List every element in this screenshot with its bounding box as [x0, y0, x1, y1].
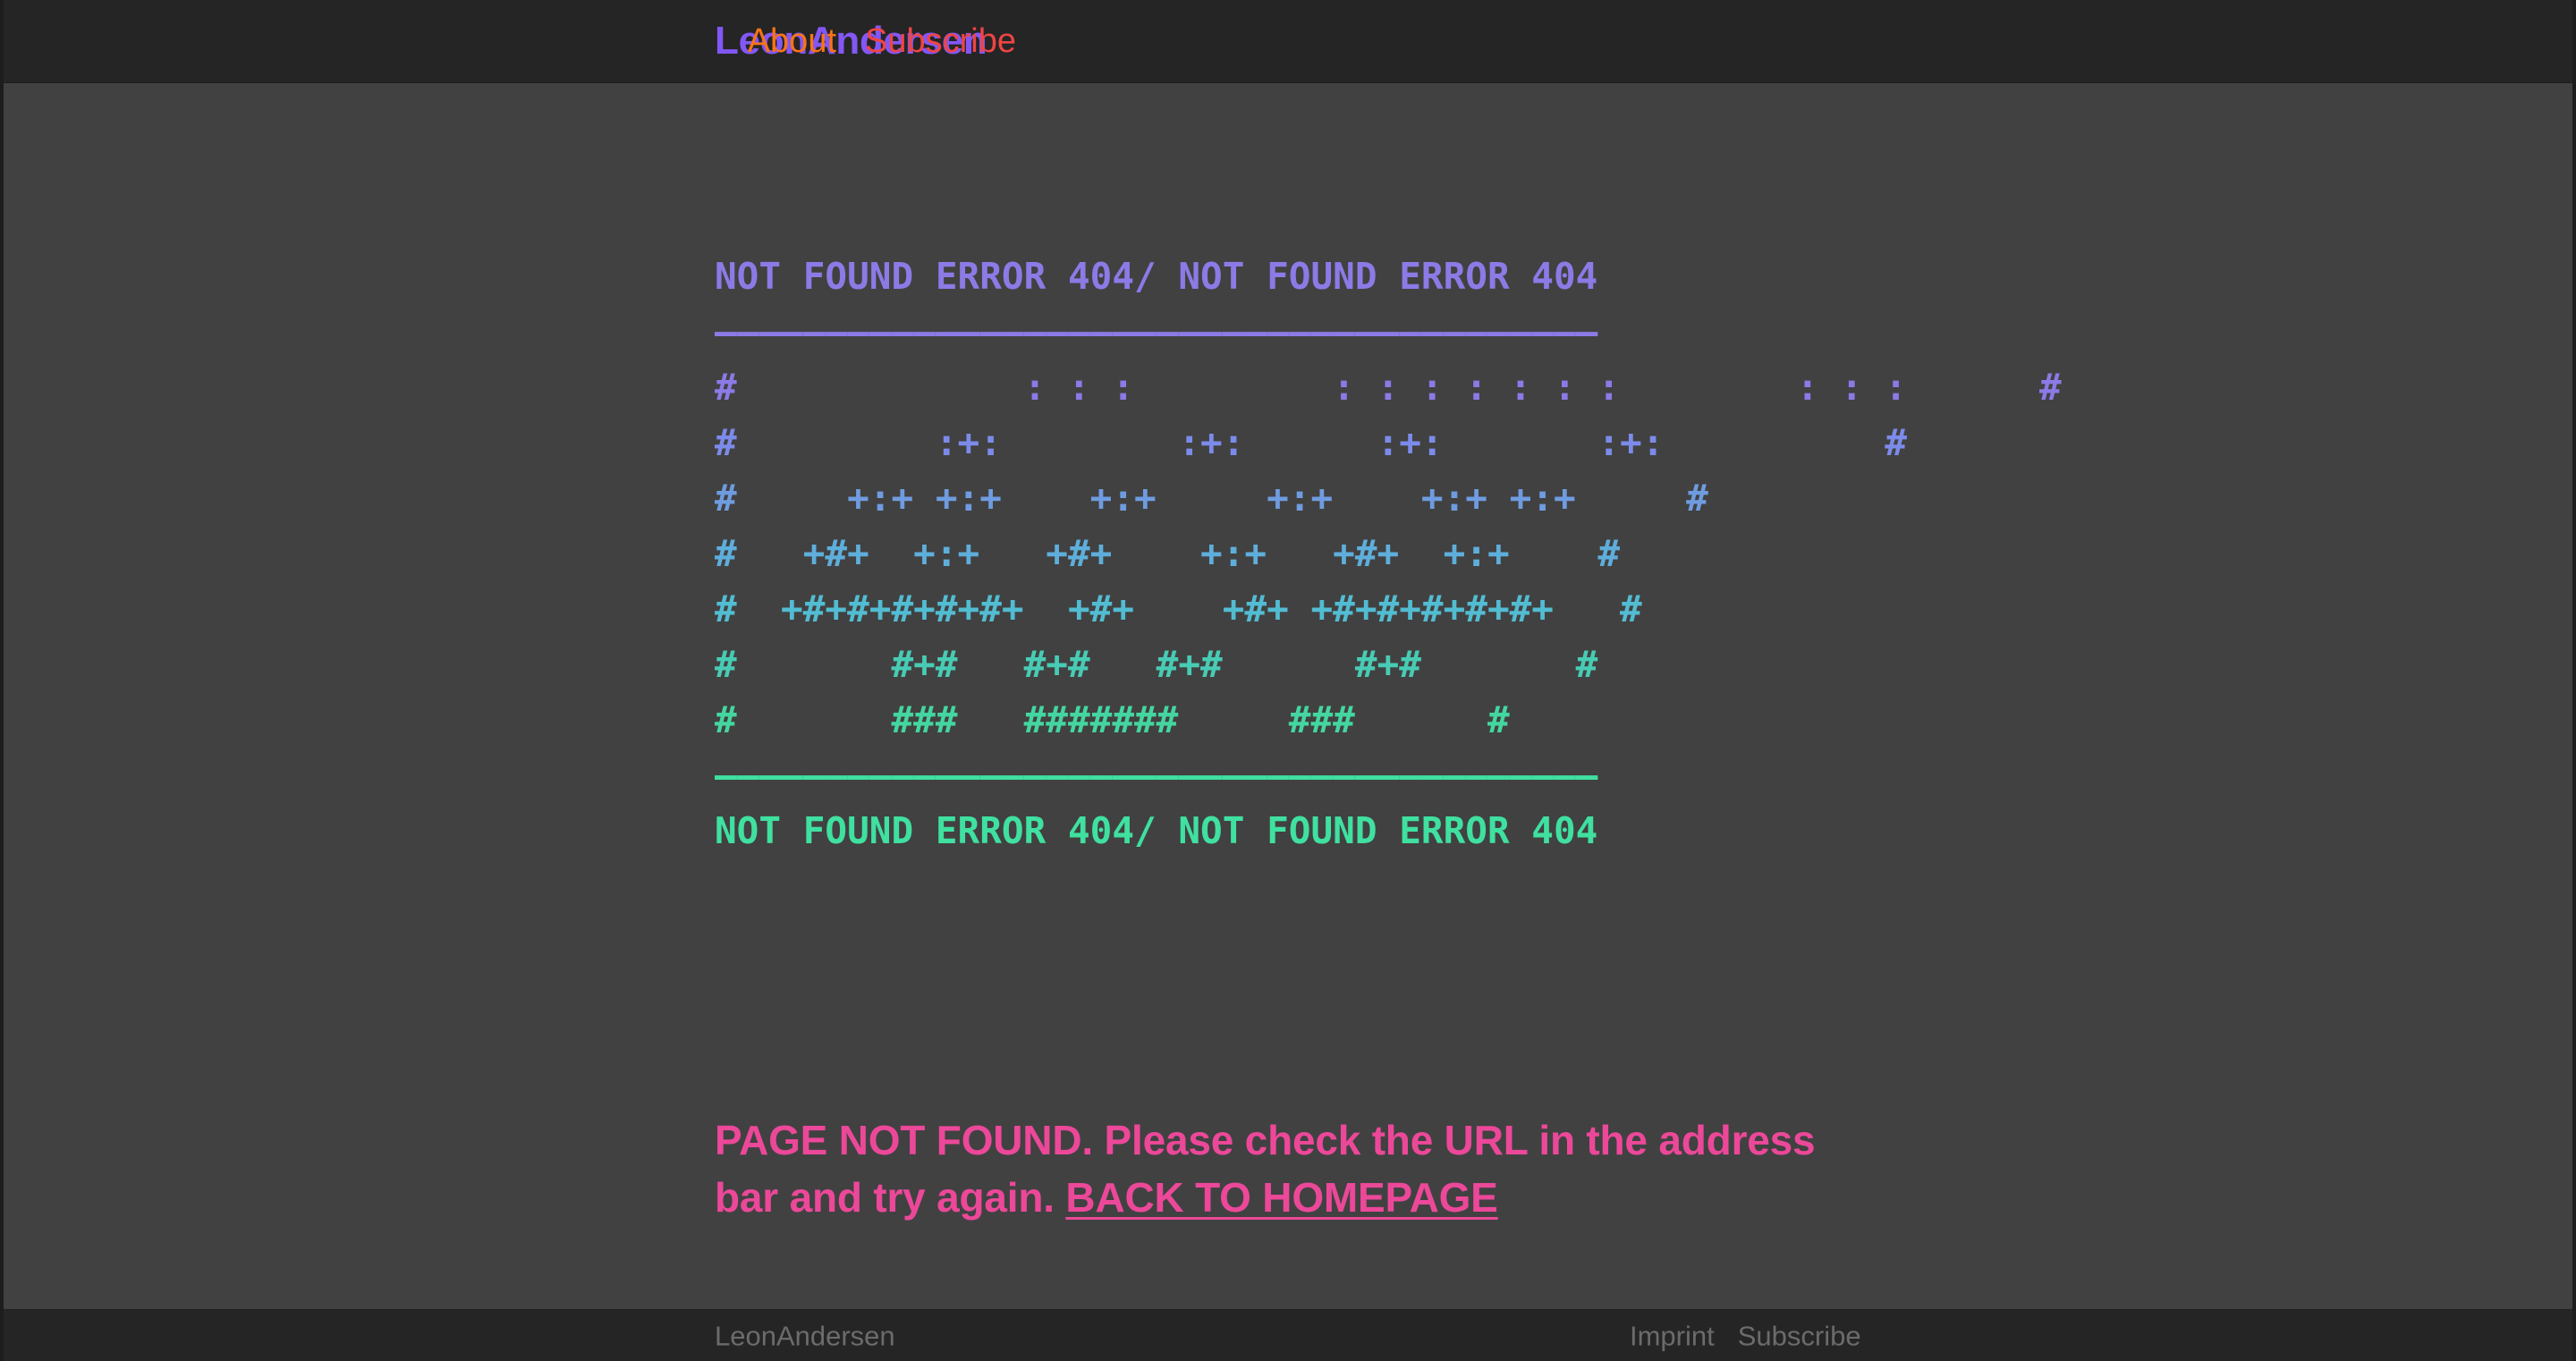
nav-link-subscribe[interactable]: Subscribe [865, 24, 1016, 58]
ascii-row: # :+: :+: :+: :+: # [715, 421, 1907, 464]
page-root: LeonAndersen About Subscribe NOT FOUND E… [0, 0, 2576, 1361]
site-footer: LeonAndersen Imprint Subscribe [4, 1309, 2572, 1361]
ascii-art-404: NOT FOUND ERROR 404/ NOT FOUND ERROR 404… [715, 249, 2062, 858]
error-message: PAGE NOT FOUND. Please check the URL in … [715, 1112, 1877, 1226]
ascii-row: # ### ####### ### # [715, 698, 1510, 741]
ascii-row: # +#+#+#+#+#+ +#+ +#+ +#+#+#+#+#+ # [715, 588, 1642, 630]
ascii-rule-top: ———————————————————————————————————————— [715, 310, 1598, 353]
ascii-banner-top: NOT FOUND ERROR 404/ NOT FOUND ERROR 404 [715, 255, 1598, 298]
main-content: NOT FOUND ERROR 404/ NOT FOUND ERROR 404… [4, 83, 2572, 1309]
ascii-row: # : : : : : : : : : : : : : # [715, 366, 2062, 409]
ascii-rule-bottom: ———————————————————————————————————————— [715, 754, 1598, 797]
primary-navigation: About Subscribe [748, 24, 1016, 58]
footer-link-imprint[interactable]: Imprint [1630, 1322, 1715, 1349]
footer-link-subscribe[interactable]: Subscribe [1738, 1322, 1861, 1349]
nav-link-about[interactable]: About [748, 24, 836, 58]
back-to-homepage-link[interactable]: BACK TO HOMEPAGE [1065, 1174, 1497, 1221]
ascii-row: # +:+ +:+ +:+ +:+ +:+ +:+ # [715, 477, 1708, 520]
ascii-row: # #+# #+# #+# #+# # [715, 643, 1598, 686]
error-art-container: NOT FOUND ERROR 404/ NOT FOUND ERROR 404… [715, 249, 2062, 858]
ascii-row: # +#+ +:+ +#+ +:+ +#+ +:+ # [715, 532, 1621, 575]
site-header: LeonAndersen About Subscribe [4, 0, 2572, 83]
ascii-banner-bottom: NOT FOUND ERROR 404/ NOT FOUND ERROR 404 [715, 809, 1598, 852]
footer-brand-link[interactable]: LeonAndersen [715, 1322, 895, 1349]
footer-navigation: Imprint Subscribe [1630, 1322, 1861, 1349]
